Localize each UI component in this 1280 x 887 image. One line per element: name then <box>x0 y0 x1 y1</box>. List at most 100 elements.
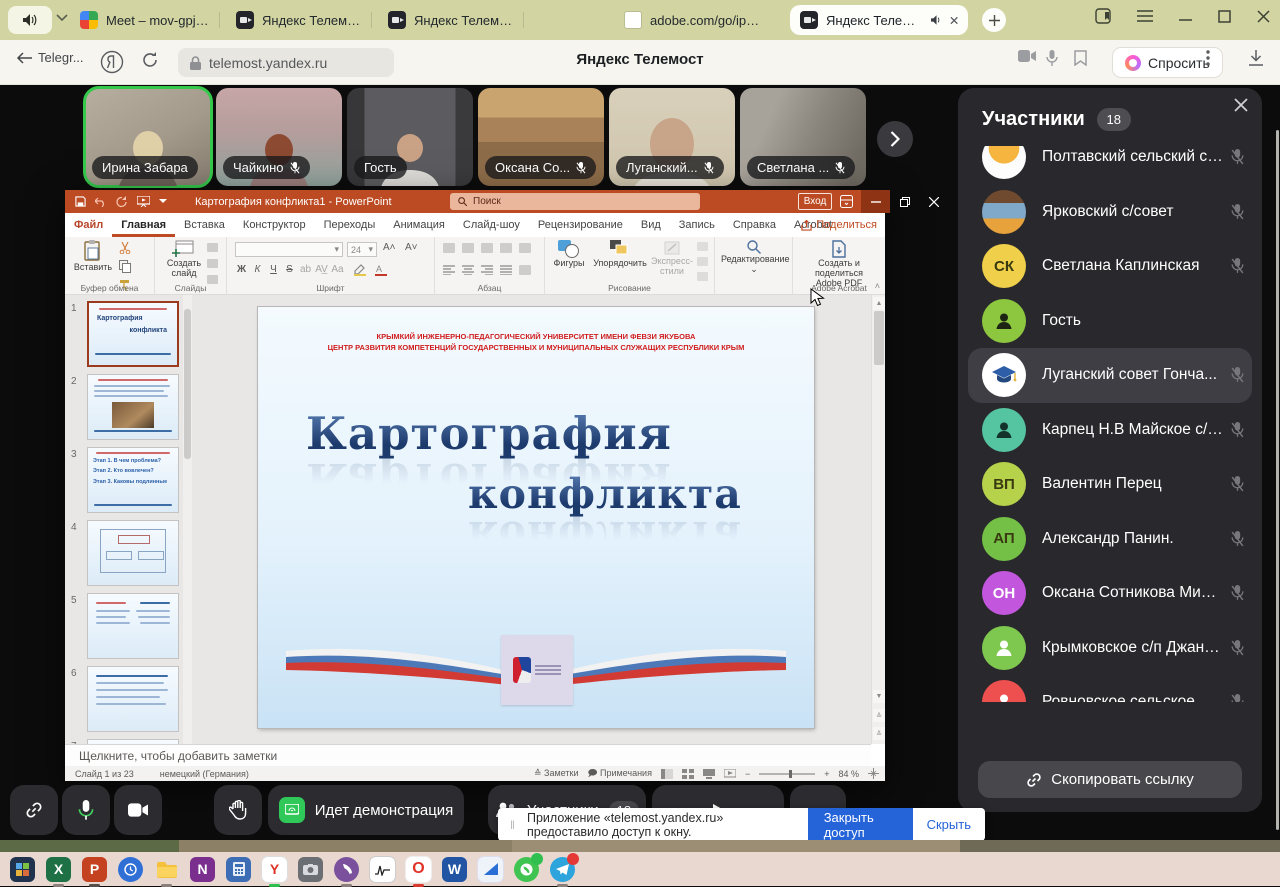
notes-toggle[interactable]: ≙ Заметки <box>534 768 578 779</box>
participant-row[interactable]: АП Александр Панин. <box>958 512 1262 567</box>
raise-hand-button[interactable] <box>214 785 262 835</box>
shape-fill-icon[interactable] <box>697 242 708 251</box>
maximize-icon[interactable] <box>1218 10 1231 23</box>
italic-button[interactable]: К <box>251 264 264 275</box>
ribbon-tab-view[interactable]: Вид <box>632 213 670 237</box>
ribbon-tab-insert[interactable]: Вставка <box>175 213 234 237</box>
ribbon-options-icon[interactable] <box>840 195 853 208</box>
participant-row[interactable]: Карпец Н.В Майское с/п Дж... <box>958 403 1262 458</box>
participant-row[interactable]: Ярковский с/совет <box>958 185 1262 240</box>
microphone-button[interactable] <box>62 785 110 835</box>
meeting-link-button[interactable] <box>10 785 58 835</box>
video-tile[interactable]: Оксана Со... <box>478 88 604 186</box>
copy-link-button[interactable]: Скопировать ссылку <box>978 761 1242 798</box>
minimize-icon[interactable] <box>1179 11 1192 22</box>
close-access-button[interactable]: Закрыть доступ <box>808 808 913 841</box>
font-color-icon[interactable]: А <box>374 263 388 276</box>
zoom-in-icon[interactable]: + <box>824 769 829 779</box>
quick-styles-button[interactable]: Экспресс- стили <box>649 240 695 276</box>
drag-grip-icon[interactable]: ‖ <box>510 818 517 832</box>
next-slide-icon[interactable]: ≚ <box>873 727 885 740</box>
font-size-box[interactable]: 24▾ <box>347 242 377 257</box>
taskbar-onenote[interactable]: N <box>190 857 215 882</box>
slideshow-view-icon[interactable] <box>724 769 736 779</box>
tab-telemost-1[interactable]: Яндекс Телемост <box>226 5 372 35</box>
notes-pane[interactable]: Щелкните, чтобы добавить заметки <box>65 744 871 766</box>
start-presentation-icon[interactable] <box>137 196 150 207</box>
thumbnails-scrollbar[interactable] <box>183 295 192 744</box>
ribbon-tab-animations[interactable]: Анимация <box>384 213 454 237</box>
participant-row[interactable]: ВП Валентин Перец <box>958 457 1262 512</box>
participant-row[interactable]: ОН Оксана Сотникова Мичури... <box>958 566 1262 621</box>
zoom-level[interactable]: 84 % <box>838 769 859 779</box>
share-button[interactable]: Поделиться <box>801 213 877 237</box>
taskbar-clock-app[interactable] <box>118 857 143 882</box>
arrange-button[interactable]: Упорядочить <box>591 240 649 268</box>
language-status[interactable]: немецкий (Германия) <box>134 769 249 779</box>
zoom-out-icon[interactable]: − <box>745 769 750 779</box>
numbering-icon[interactable] <box>462 243 474 253</box>
screen-sharing-button[interactable]: Идет демонстрация <box>268 785 464 835</box>
taskbar-viber[interactable] <box>334 857 359 882</box>
slide-thumbnail-2[interactable] <box>87 374 179 440</box>
tab-telemost-active[interactable]: Яндекс Телемост <box>790 5 968 35</box>
tab-close-icon[interactable] <box>950 16 958 25</box>
bullets-icon[interactable] <box>443 243 455 253</box>
camera-button[interactable] <box>114 785 162 835</box>
reading-view-icon[interactable] <box>703 769 715 779</box>
ribbon-tab-record[interactable]: Запись <box>670 213 724 237</box>
slide-thumbnail-6[interactable] <box>87 666 179 732</box>
ribbon-tab-design[interactable]: Конструктор <box>234 213 315 237</box>
shrink-font-icon[interactable]: А˅ <box>405 242 418 253</box>
video-tile[interactable]: Чайкино <box>216 88 342 186</box>
fit-to-window-icon[interactable] <box>868 768 879 779</box>
previous-slide-icon[interactable]: ≙ <box>873 709 885 722</box>
mic-permission-button[interactable] <box>1046 50 1058 67</box>
align-center-icon[interactable] <box>462 265 474 275</box>
page-scrollbar[interactable] <box>1276 130 1279 830</box>
copy-icon[interactable] <box>119 260 131 273</box>
shapes-button[interactable]: Фигуры <box>549 240 589 268</box>
tab-adobe[interactable]: adobe.com/go/ipmrhpac <box>614 5 774 35</box>
new-slide-button[interactable]: Создать слайд <box>161 240 205 278</box>
taskbar-explorer[interactable] <box>154 857 179 882</box>
close-window-icon[interactable] <box>1257 10 1270 23</box>
camera-permission-button[interactable] <box>1018 50 1036 62</box>
adobe-pdf-button[interactable]: Создать и поделиться Adobe PDF <box>795 240 883 288</box>
slide-thumbnail-4[interactable] <box>87 520 179 586</box>
qat-chevron-icon[interactable] <box>159 199 167 204</box>
tab-telemost-2[interactable]: Яндекс Телемост <box>378 5 524 35</box>
slide-thumbnail-1[interactable]: Картография конфликта <box>87 301 179 367</box>
taskbar-blue-app[interactable] <box>478 857 503 882</box>
ppt-title-bar[interactable]: Картография конфликта1 - PowerPoint Поис… <box>65 190 885 213</box>
indent-increase-icon[interactable] <box>500 243 512 253</box>
ribbon-tab-transitions[interactable]: Переходы <box>315 213 385 237</box>
cut-icon[interactable] <box>119 242 131 254</box>
scroll-down-icon[interactable]: ▼ <box>873 690 885 703</box>
next-tiles-button[interactable] <box>877 121 913 157</box>
slide-thumbnail-5[interactable] <box>87 593 179 659</box>
video-tile[interactable]: Гость <box>347 88 473 186</box>
grow-font-icon[interactable]: А˄ <box>383 242 396 253</box>
comments-toggle[interactable]: 🗩 Примечания <box>587 766 651 782</box>
taskbar-opera[interactable]: O <box>406 857 431 882</box>
video-tile[interactable]: Светлана ... <box>740 88 866 186</box>
change-case-button[interactable]: Aa <box>331 264 344 275</box>
editing-button[interactable]: Редактирование ⌄ <box>721 240 787 275</box>
shape-outline-icon[interactable] <box>697 257 708 266</box>
taskbar-yandex-browser[interactable]: Y <box>262 857 287 882</box>
ribbon-tab-help[interactable]: Справка <box>724 213 785 237</box>
participant-row[interactable]: СК Светлана Каплинская <box>958 239 1262 294</box>
ribbon-tab-home[interactable]: Главная <box>112 213 175 237</box>
indent-decrease-icon[interactable] <box>481 243 493 253</box>
bookmark-button[interactable] <box>1074 50 1087 66</box>
char-spacing-button[interactable]: AV̲ <box>315 264 328 275</box>
slide-scrollbar[interactable]: ▲ ▼ ≙ ≚ <box>871 295 885 744</box>
ppt-search-box[interactable]: Поиск <box>450 193 700 210</box>
participant-row-highlighted[interactable]: Луганский совет Гонча... <box>968 348 1252 403</box>
zoom-slider[interactable] <box>759 773 815 775</box>
hide-notification-button[interactable]: Скрыть <box>913 817 985 832</box>
normal-view-icon[interactable] <box>661 769 673 779</box>
chevron-down-icon[interactable] <box>56 14 68 22</box>
downloads-button[interactable] <box>1248 50 1264 67</box>
